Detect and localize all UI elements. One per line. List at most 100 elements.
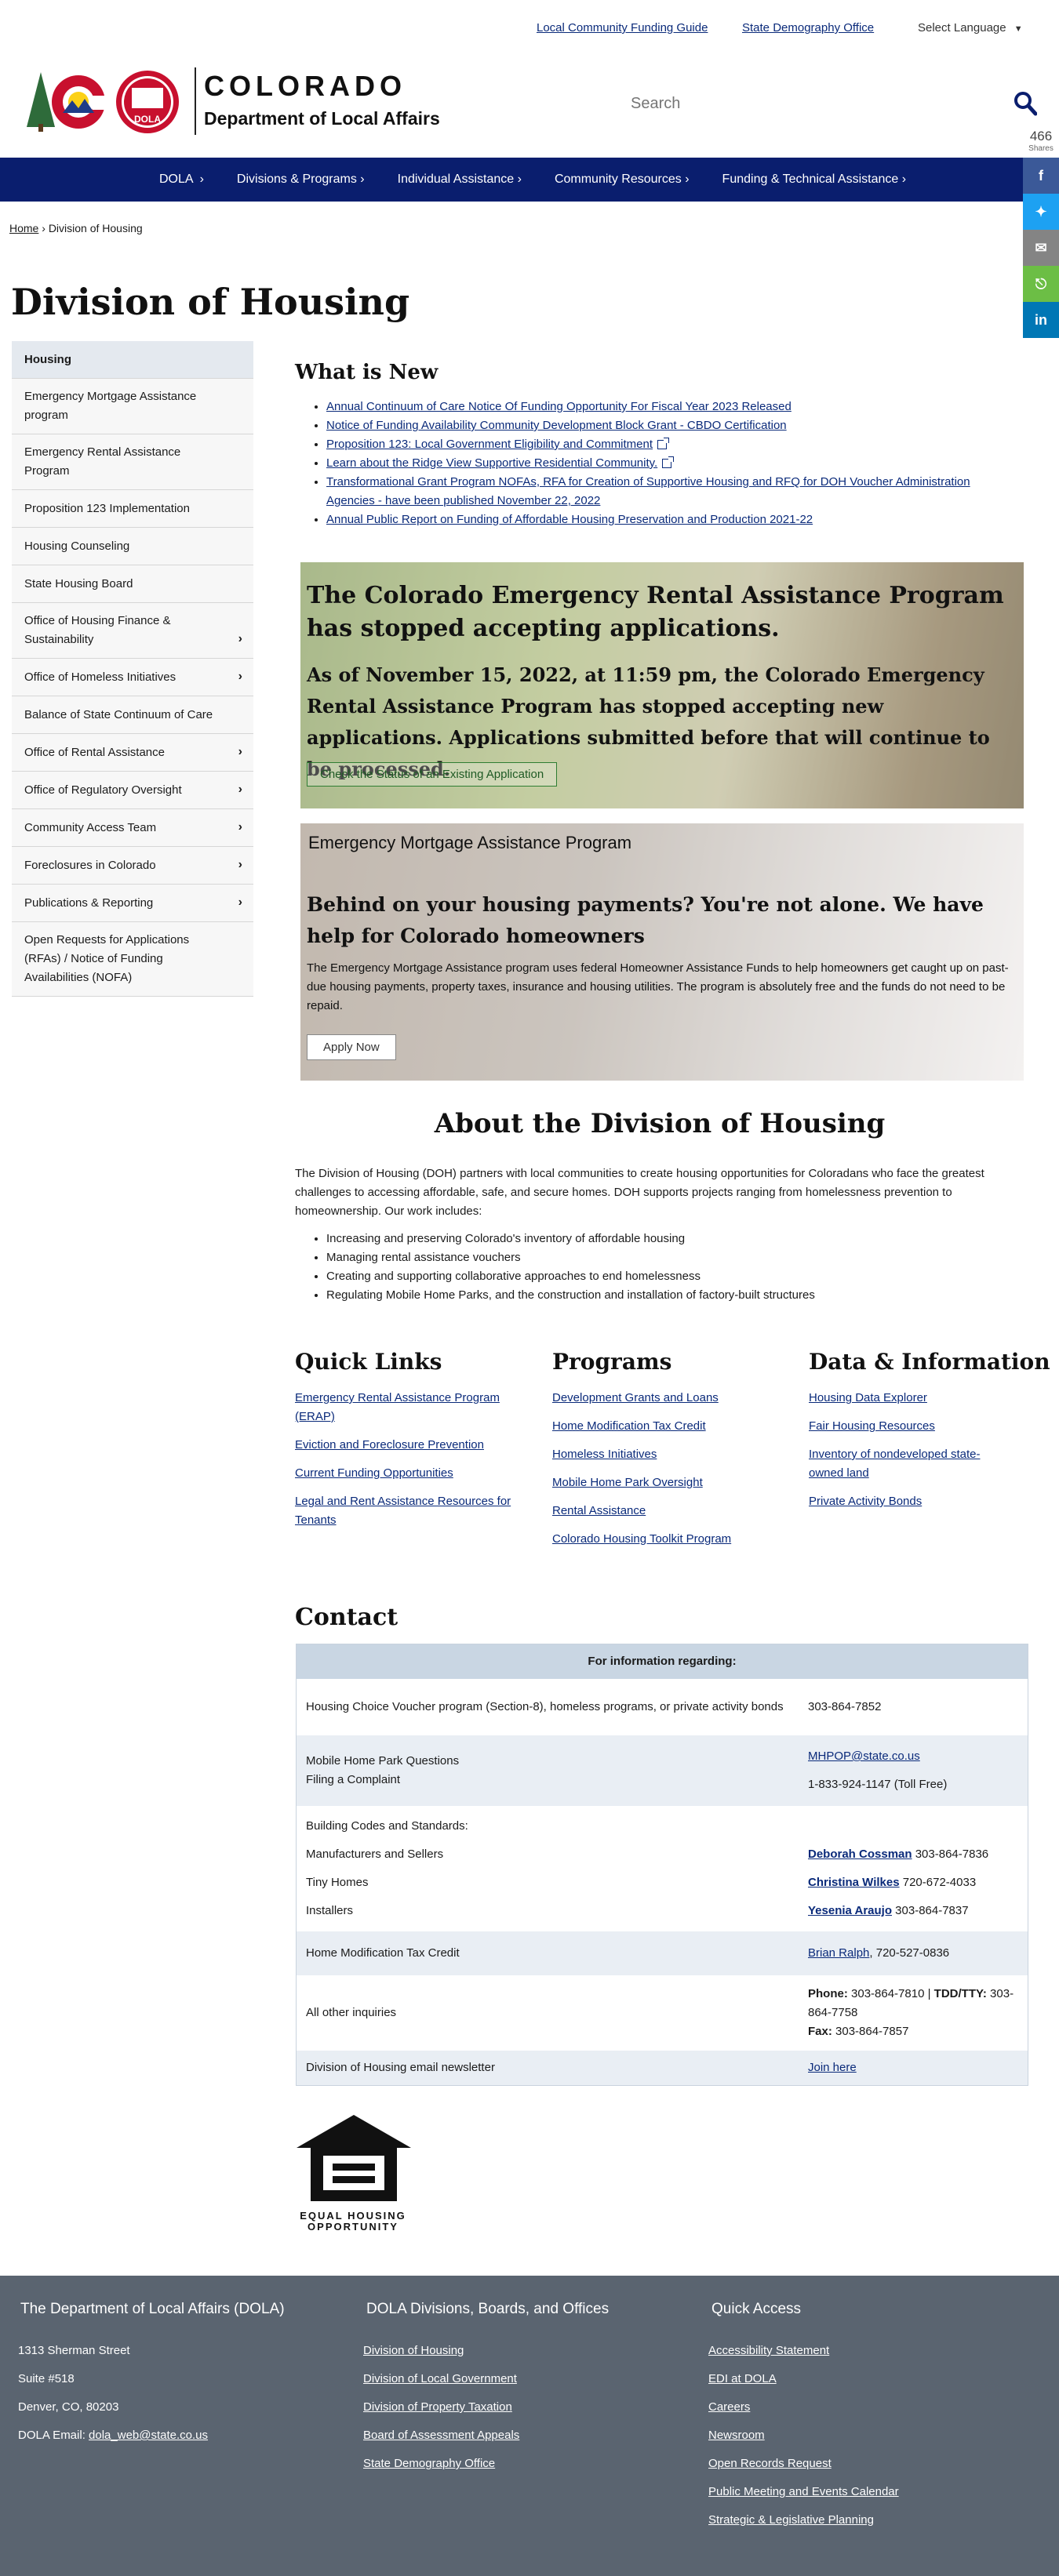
chevron-right-icon: › [238,745,242,758]
footer-col2-title: DOLA Divisions, Boards, and Offices [366,2301,610,2317]
breadcrumb-home[interactable]: Home [9,222,38,234]
footer-link[interactable]: Board of Assessment Appeals [363,2426,677,2445]
sidebar-item-balance-of-state[interactable]: Balance of State Continuum of Care [12,696,253,734]
sidebar-item-foreclosures[interactable]: Foreclosures in Colorado › [12,847,253,885]
list-item: Regulating Mobile Home Parks, and the co… [326,1286,1001,1305]
search-input[interactable] [631,91,976,116]
sidebar-item-emergency-mortgage[interactable]: Emergency Mortgage Assistance program [12,379,253,434]
program-link[interactable]: Development Grants and Loans [552,1389,772,1408]
footer-link[interactable]: Newsroom [708,2426,1022,2445]
linkedin-share-button[interactable]: in [1023,302,1059,338]
footer-link[interactable]: Open Records Request [708,2454,1022,2473]
breadcrumb-separator: › [42,222,49,234]
sidebar-item-regulatory-oversight[interactable]: Office of Regulatory Oversight › [12,772,253,809]
nav-item-funding[interactable]: Funding & Technical Assistance › [722,173,907,187]
footer-link[interactable]: Careers [708,2398,1022,2417]
sidebar-item-state-housing-board[interactable]: State Housing Board [12,565,253,603]
mhpop-email-link[interactable]: MHPOP@state.co.us [808,1749,920,1763]
facebook-icon: f [1039,167,1043,183]
contact-title: Contact [295,1604,398,1631]
footer-address: 1313 Sherman Street Suite #518 Denver, C… [18,2344,209,2442]
table-row: Home Modification Tax Credit Brian Ralph… [297,1931,1028,1975]
news-link[interactable]: Learn about the Ridge View Supportive Re… [326,456,657,470]
list-item: Managing rental assistance vouchers [326,1248,1001,1267]
sidebar-item-open-requests[interactable]: Open Requests for Applications (RFAs) / … [12,922,253,997]
footer-link[interactable]: Division of Local Government [363,2370,677,2389]
search-icon[interactable] [1014,91,1038,118]
external-link-icon [657,438,670,450]
footer-link[interactable]: State Demography Office [363,2454,677,2473]
list-item: Learn about the Ridge View Supportive Re… [326,454,1017,473]
table-row: Building Codes and Standards: Manufacture… [297,1806,1028,1931]
contact-name-link[interactable]: Brian Ralph [808,1946,869,1960]
footer-link[interactable]: Accessibility Statement [708,2342,1022,2360]
quick-link[interactable]: Legal and Rent Assistance Resources for … [295,1492,515,1530]
sidebar-item-publications[interactable]: Publications & Reporting › [12,885,253,922]
check-status-button[interactable]: Check the Status of an Existing Applicat… [307,762,558,787]
whats-new-list: Annual Continuum of Care Notice Of Fundi… [295,398,1017,529]
footer-link[interactable]: Division of Property Taxation [363,2398,677,2417]
demography-link[interactable]: State Demography Office [742,21,874,35]
emap-banner-overlay [300,823,1024,1081]
newsletter-join-link[interactable]: Join here [808,2061,857,2074]
program-link[interactable]: Mobile Home Park Oversight [552,1473,772,1492]
sidebar-item-homeless-initiatives[interactable]: Office of Homeless Initiatives › [12,659,253,696]
nav-item-individual[interactable]: Individual Assistance › [398,173,522,187]
apply-now-button[interactable]: Apply Now [307,1034,396,1060]
data-link[interactable]: Fair Housing Resources [809,1417,1013,1436]
program-link[interactable]: Colorado Housing Toolkit Program [552,1530,772,1549]
breadcrumb: Home › Division of Housing [9,222,143,234]
erap-banner: The Colorado Emergency Rental Assistance… [300,562,1024,808]
data-link[interactable]: Private Activity Bonds [809,1492,1013,1511]
news-link[interactable]: Proposition 123: Local Government Eligib… [326,438,653,451]
quick-link[interactable]: Eviction and Foreclosure Prevention [295,1436,515,1455]
footer-link[interactable]: Public Meeting and Events Calendar [708,2483,1022,2502]
sidebar-item-housing[interactable]: Housing [12,341,253,379]
logo-colorado: COLORADO [204,70,406,102]
email-share-button[interactable]: ✉ [1023,230,1059,266]
eho-text: EQUAL HOUSING OPPORTUNITY [300,2210,406,2233]
sidebar-item-community-access[interactable]: Community Access Team › [12,809,253,847]
quick-link[interactable]: Emergency Rental Assistance Program (ERA… [295,1389,515,1426]
sidebar-item-emergency-rental[interactable]: Emergency Rental Assistance Program [12,434,253,490]
news-link[interactable]: Transformational Grant Program NOFAs, RF… [326,475,970,507]
programs-list: Development Grants and Loans Home Modifi… [552,1389,772,1558]
facebook-share-button[interactable]: f [1023,158,1059,194]
contact-name-link[interactable]: Christina Wilkes [808,1876,900,1889]
nav-item-community[interactable]: Community Resources › [555,173,690,187]
dola-email-link[interactable]: dola_web@state.co.us [89,2429,208,2442]
share-button[interactable]: ⎋ [1023,266,1059,302]
news-link[interactable]: Annual Continuum of Care Notice Of Fundi… [326,400,792,413]
sidebar-item-housing-counseling[interactable]: Housing Counseling [12,528,253,565]
table-row: All other inquiries Phone: 303-864-7810 … [297,1975,1028,2051]
twitter-share-button[interactable]: ✦ [1023,194,1059,230]
nav-item-dola[interactable]: DOLA › [159,173,204,187]
news-link[interactable]: Notice of Funding Availability Community… [326,419,787,432]
chevron-right-icon: › [238,632,242,645]
contact-name-link[interactable]: Yesenia Araujo [808,1904,892,1917]
sidebar-item-housing-finance[interactable]: Office of Housing Finance & Sustainabili… [12,603,253,659]
dola-logo[interactable]: DOLA [22,66,195,138]
nav-item-divisions[interactable]: Divisions & Programs › [237,173,365,187]
program-link[interactable]: Homeless Initiatives [552,1445,772,1464]
news-link[interactable]: Annual Public Report on Funding of Affor… [326,513,813,526]
data-link[interactable]: Inventory of nondeveloped state-owned la… [809,1445,1013,1483]
data-info-list: Housing Data Explorer Fair Housing Resou… [809,1389,1013,1521]
sidebar-item-prop123[interactable]: Proposition 123 Implementation [12,490,253,528]
share-icon: ⎋ [1035,275,1047,292]
quick-link[interactable]: Current Funding Opportunities [295,1464,515,1483]
language-select[interactable]: Select Language ▼ [918,21,1023,35]
external-link-icon [662,456,675,469]
funding-guide-link[interactable]: Local Community Funding Guide [537,21,708,35]
sidebar-item-rental-assistance[interactable]: Office of Rental Assistance › [12,734,253,772]
contact-name-link[interactable]: Deborah Cossman [808,1848,912,1861]
program-link[interactable]: Rental Assistance [552,1502,772,1521]
footer-link[interactable]: Division of Housing [363,2342,677,2360]
logo-department: Department of Local Affairs [204,108,440,129]
emap-banner: Emergency Mortgage Assistance Program Be… [300,823,1024,1081]
data-link[interactable]: Housing Data Explorer [809,1389,1013,1408]
footer-link[interactable]: Strategic & Legislative Planning [708,2511,1022,2530]
footer-link[interactable]: EDI at DOLA [708,2370,1022,2389]
program-link[interactable]: Home Modification Tax Credit [552,1417,772,1436]
logo-divider [195,67,196,135]
